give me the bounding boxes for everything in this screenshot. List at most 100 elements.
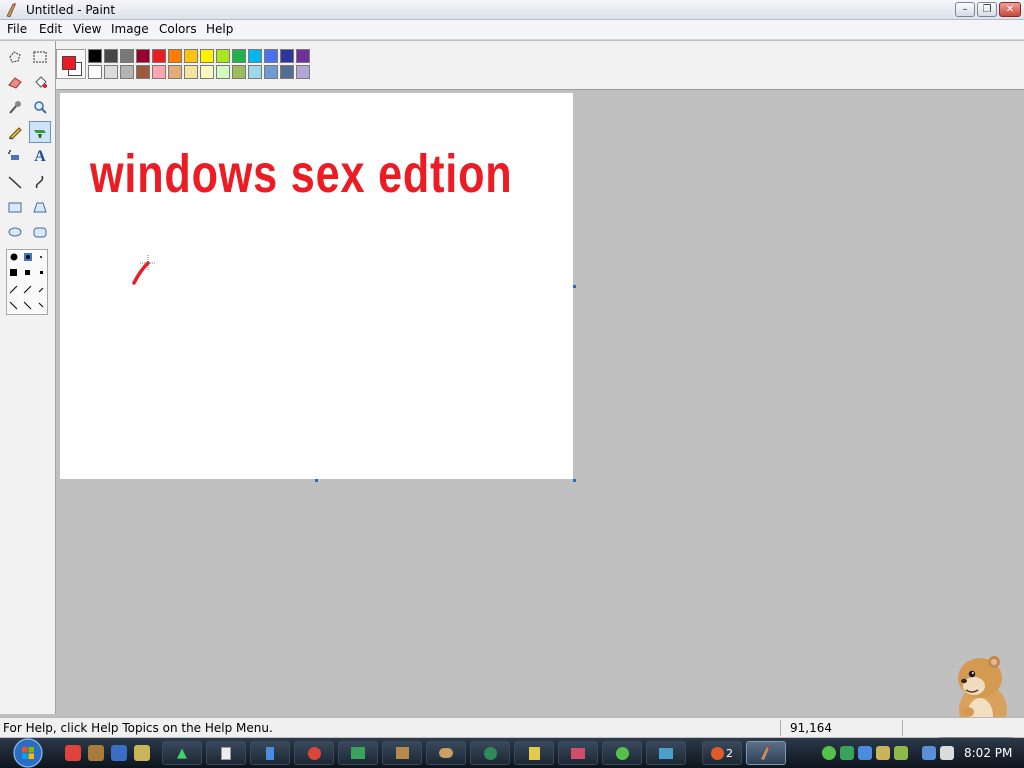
palette-swatch[interactable]: [168, 65, 182, 79]
tray-monitor-icon[interactable]: [840, 746, 854, 760]
taskbar-app-2[interactable]: [206, 741, 246, 765]
palette-swatch[interactable]: [248, 49, 262, 63]
menu-view[interactable]: View: [73, 22, 101, 36]
clock[interactable]: 8:02 PM: [964, 746, 1012, 760]
brush-options-panel[interactable]: [6, 249, 48, 315]
close-button[interactable]: ✕: [999, 2, 1021, 17]
foreground-color-swatch[interactable]: [62, 56, 76, 70]
pencil-icon[interactable]: [4, 121, 26, 143]
taskbar-app-12[interactable]: [646, 741, 686, 765]
taskbar-app-8[interactable]: [470, 741, 510, 765]
volume-muted-icon[interactable]: [940, 746, 954, 760]
palette-swatch[interactable]: [104, 65, 118, 79]
computer-icon[interactable]: [111, 745, 127, 761]
resize-handle-right[interactable]: [573, 285, 576, 288]
airbrush-icon[interactable]: [4, 146, 26, 168]
palette-swatch[interactable]: [152, 49, 166, 63]
palette-swatch[interactable]: [200, 65, 214, 79]
resize-handle-bottom[interactable]: [315, 479, 318, 482]
taskbar-app-5[interactable]: [338, 741, 378, 765]
ellipse-tool-icon[interactable]: [4, 221, 26, 243]
polygon-tool-icon[interactable]: [29, 196, 51, 218]
triangle-app-icon: ▲: [177, 745, 187, 761]
taskbar-app-10[interactable]: [558, 741, 598, 765]
curve-tool-icon[interactable]: [29, 171, 51, 193]
eraser-icon[interactable]: [4, 71, 26, 93]
tray-app-icon[interactable]: [894, 746, 908, 760]
palette-swatch[interactable]: [136, 65, 150, 79]
taskbar-app-4[interactable]: [294, 741, 334, 765]
resize-handle-corner[interactable]: [573, 479, 576, 482]
tray-connection-icon[interactable]: [922, 746, 936, 760]
palette-swatch[interactable]: [216, 65, 230, 79]
line-tool-icon[interactable]: [4, 171, 26, 193]
palette-swatch[interactable]: [120, 65, 134, 79]
taskbar-app-11[interactable]: [602, 741, 642, 765]
menu-edit[interactable]: Edit: [39, 22, 62, 36]
palette-swatch[interactable]: [248, 65, 262, 79]
canvas-painted-text: windows sex edtion: [90, 144, 513, 204]
system-tray: 8:02 PM: [818, 741, 1024, 765]
restore-button[interactable]: ❐: [977, 2, 997, 17]
palette-swatch[interactable]: [152, 65, 166, 79]
taskbar-app-6[interactable]: [382, 741, 422, 765]
brush-icon[interactable]: [29, 121, 51, 143]
tray-game-icon[interactable]: [876, 746, 890, 760]
palette-swatch[interactable]: [264, 65, 278, 79]
cursor-coordinates: 91,164: [790, 721, 832, 735]
status-bar: For Help, click Help Topics on the Help …: [0, 717, 1024, 737]
game-icon[interactable]: [134, 745, 150, 761]
fill-bucket-icon[interactable]: [29, 71, 51, 93]
free-form-select-icon[interactable]: [4, 46, 26, 68]
taskbar-app-7[interactable]: [426, 741, 466, 765]
palette-swatch[interactable]: [280, 65, 294, 79]
tray-green-icon[interactable]: [822, 746, 836, 760]
taskbar-app-13[interactable]: 2: [702, 741, 742, 765]
chrome-icon[interactable]: [65, 745, 81, 761]
palette-swatch[interactable]: [296, 65, 310, 79]
current-colors[interactable]: [56, 49, 86, 79]
menu-bar: File Edit View Image Colors Help: [0, 20, 1024, 40]
hat-icon: [395, 747, 409, 759]
palette-swatch[interactable]: [216, 49, 230, 63]
magnifier-icon[interactable]: [29, 96, 51, 118]
palette-swatch[interactable]: [232, 49, 246, 63]
palette-swatch[interactable]: [296, 49, 310, 63]
text-tool-icon[interactable]: A: [29, 146, 51, 168]
palette-swatch[interactable]: [120, 49, 134, 63]
drawing-canvas[interactable]: windows sex edtion: [60, 93, 573, 479]
menu-help[interactable]: Help: [206, 22, 233, 36]
document-icon: [221, 746, 231, 760]
paint-app-icon: [761, 746, 770, 760]
palette-swatch[interactable]: [184, 65, 198, 79]
palette-swatch[interactable]: [88, 49, 102, 63]
menu-colors[interactable]: Colors: [159, 22, 197, 36]
palette-swatch[interactable]: [104, 49, 118, 63]
ie-icon: [711, 746, 724, 760]
palette-swatch[interactable]: [264, 49, 278, 63]
rectangle-tool-icon[interactable]: [4, 196, 26, 218]
taskbar-paint[interactable]: [746, 741, 786, 765]
palette-swatch[interactable]: [168, 49, 182, 63]
minimize-button[interactable]: –: [955, 2, 975, 17]
start-button[interactable]: [8, 738, 48, 768]
palette-swatch[interactable]: [88, 65, 102, 79]
rect-select-icon[interactable]: [29, 46, 51, 68]
palette-swatch[interactable]: [136, 49, 150, 63]
group-count: 2: [726, 746, 733, 760]
palette-swatch[interactable]: [280, 49, 294, 63]
taskbar-app-3[interactable]: [250, 741, 290, 765]
taskbar-app-9[interactable]: [514, 741, 554, 765]
palette-swatch[interactable]: [184, 49, 198, 63]
taskbar-app-1[interactable]: ▲: [162, 741, 202, 765]
status-divider: [780, 720, 781, 736]
rounded-rect-tool-icon[interactable]: [29, 221, 51, 243]
color-palette-bar: [56, 41, 1024, 89]
menu-file[interactable]: File: [7, 22, 27, 36]
color-picker-icon[interactable]: [4, 96, 26, 118]
tray-network-icon[interactable]: [858, 746, 872, 760]
raccoon-app-icon[interactable]: [88, 745, 104, 761]
palette-swatch[interactable]: [232, 65, 246, 79]
menu-image[interactable]: Image: [111, 22, 149, 36]
palette-swatch[interactable]: [200, 49, 214, 63]
